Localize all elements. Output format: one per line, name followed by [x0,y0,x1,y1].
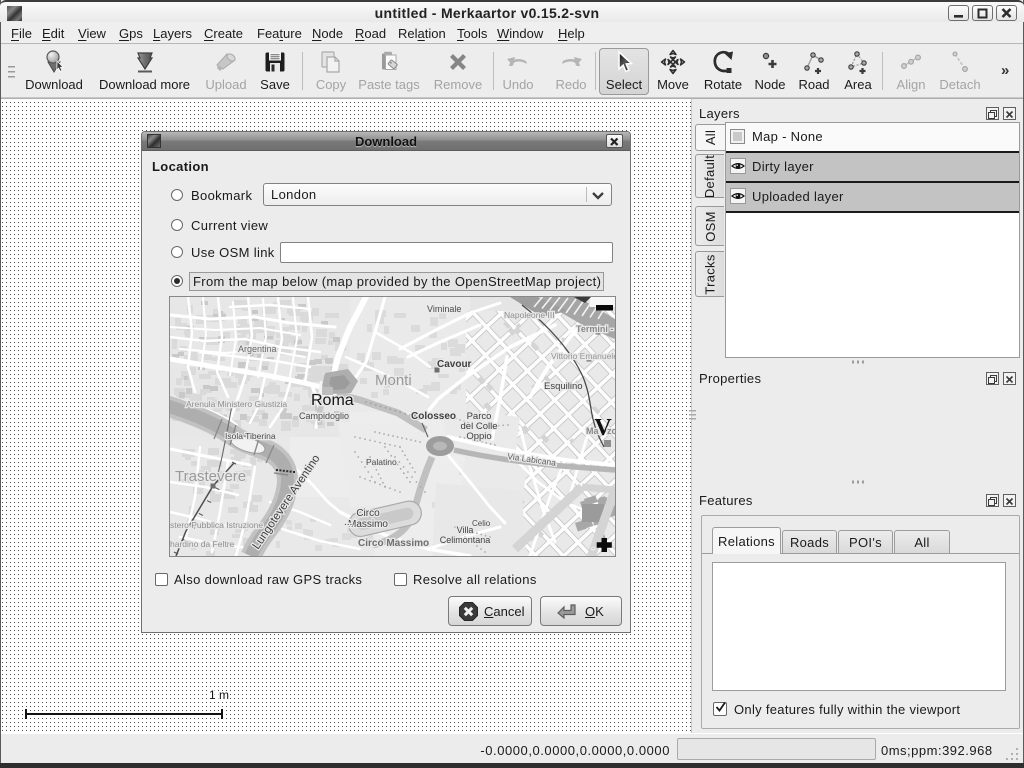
svg-text:Arenula Ministero Giustizia: Arenula Ministero Giustizia [186,399,287,409]
svg-text:Campidoglio: Campidoglio [299,411,349,421]
svg-text:Colosseo: Colosseo [411,411,456,422]
svg-text:Oppio: Oppio [466,431,491,442]
svg-text:Isola Tiberina: Isola Tiberina [225,431,276,441]
svg-text:Ma: Ma [586,426,599,436]
svg-text:zo: zo [607,426,615,436]
svg-text:Circo: Circo [356,508,380,519]
svg-text:Napoleone III: Napoleone III [504,310,555,320]
svg-text:Viminale: Viminale [427,304,461,314]
svg-text:Circo Massimo: Circo Massimo [358,538,429,549]
svg-text:Cavour: Cavour [437,359,472,370]
svg-text:Vittorio Emanuele: Vittorio Emanuele [551,351,615,361]
svg-text:Trastevere: Trastevere [175,468,246,485]
svg-text:Celio: Celio [472,519,491,528]
svg-text:Villa: Villa [457,525,474,535]
svg-text:1 m: 1 m [209,688,229,702]
svg-text:Termini - La: Termini - La [576,324,615,334]
svg-text:Esquilino: Esquilino [544,381,583,392]
svg-text:Palatino: Palatino [366,457,397,467]
svg-text:Roma: Roma [311,392,354,409]
svg-text:Monti: Monti [375,372,412,389]
svg-text:stero Pubblica Istruzione: stero Pubblica Istruzione [170,520,263,530]
svg-text:Argentina: Argentina [238,344,277,354]
svg-text:...: ... [344,517,352,528]
svg-text:hardino da Feltre: hardino da Feltre [170,539,235,549]
svg-text:Celimontana: Celimontana [440,535,491,545]
svg-text:Massimo: Massimo [348,519,388,530]
